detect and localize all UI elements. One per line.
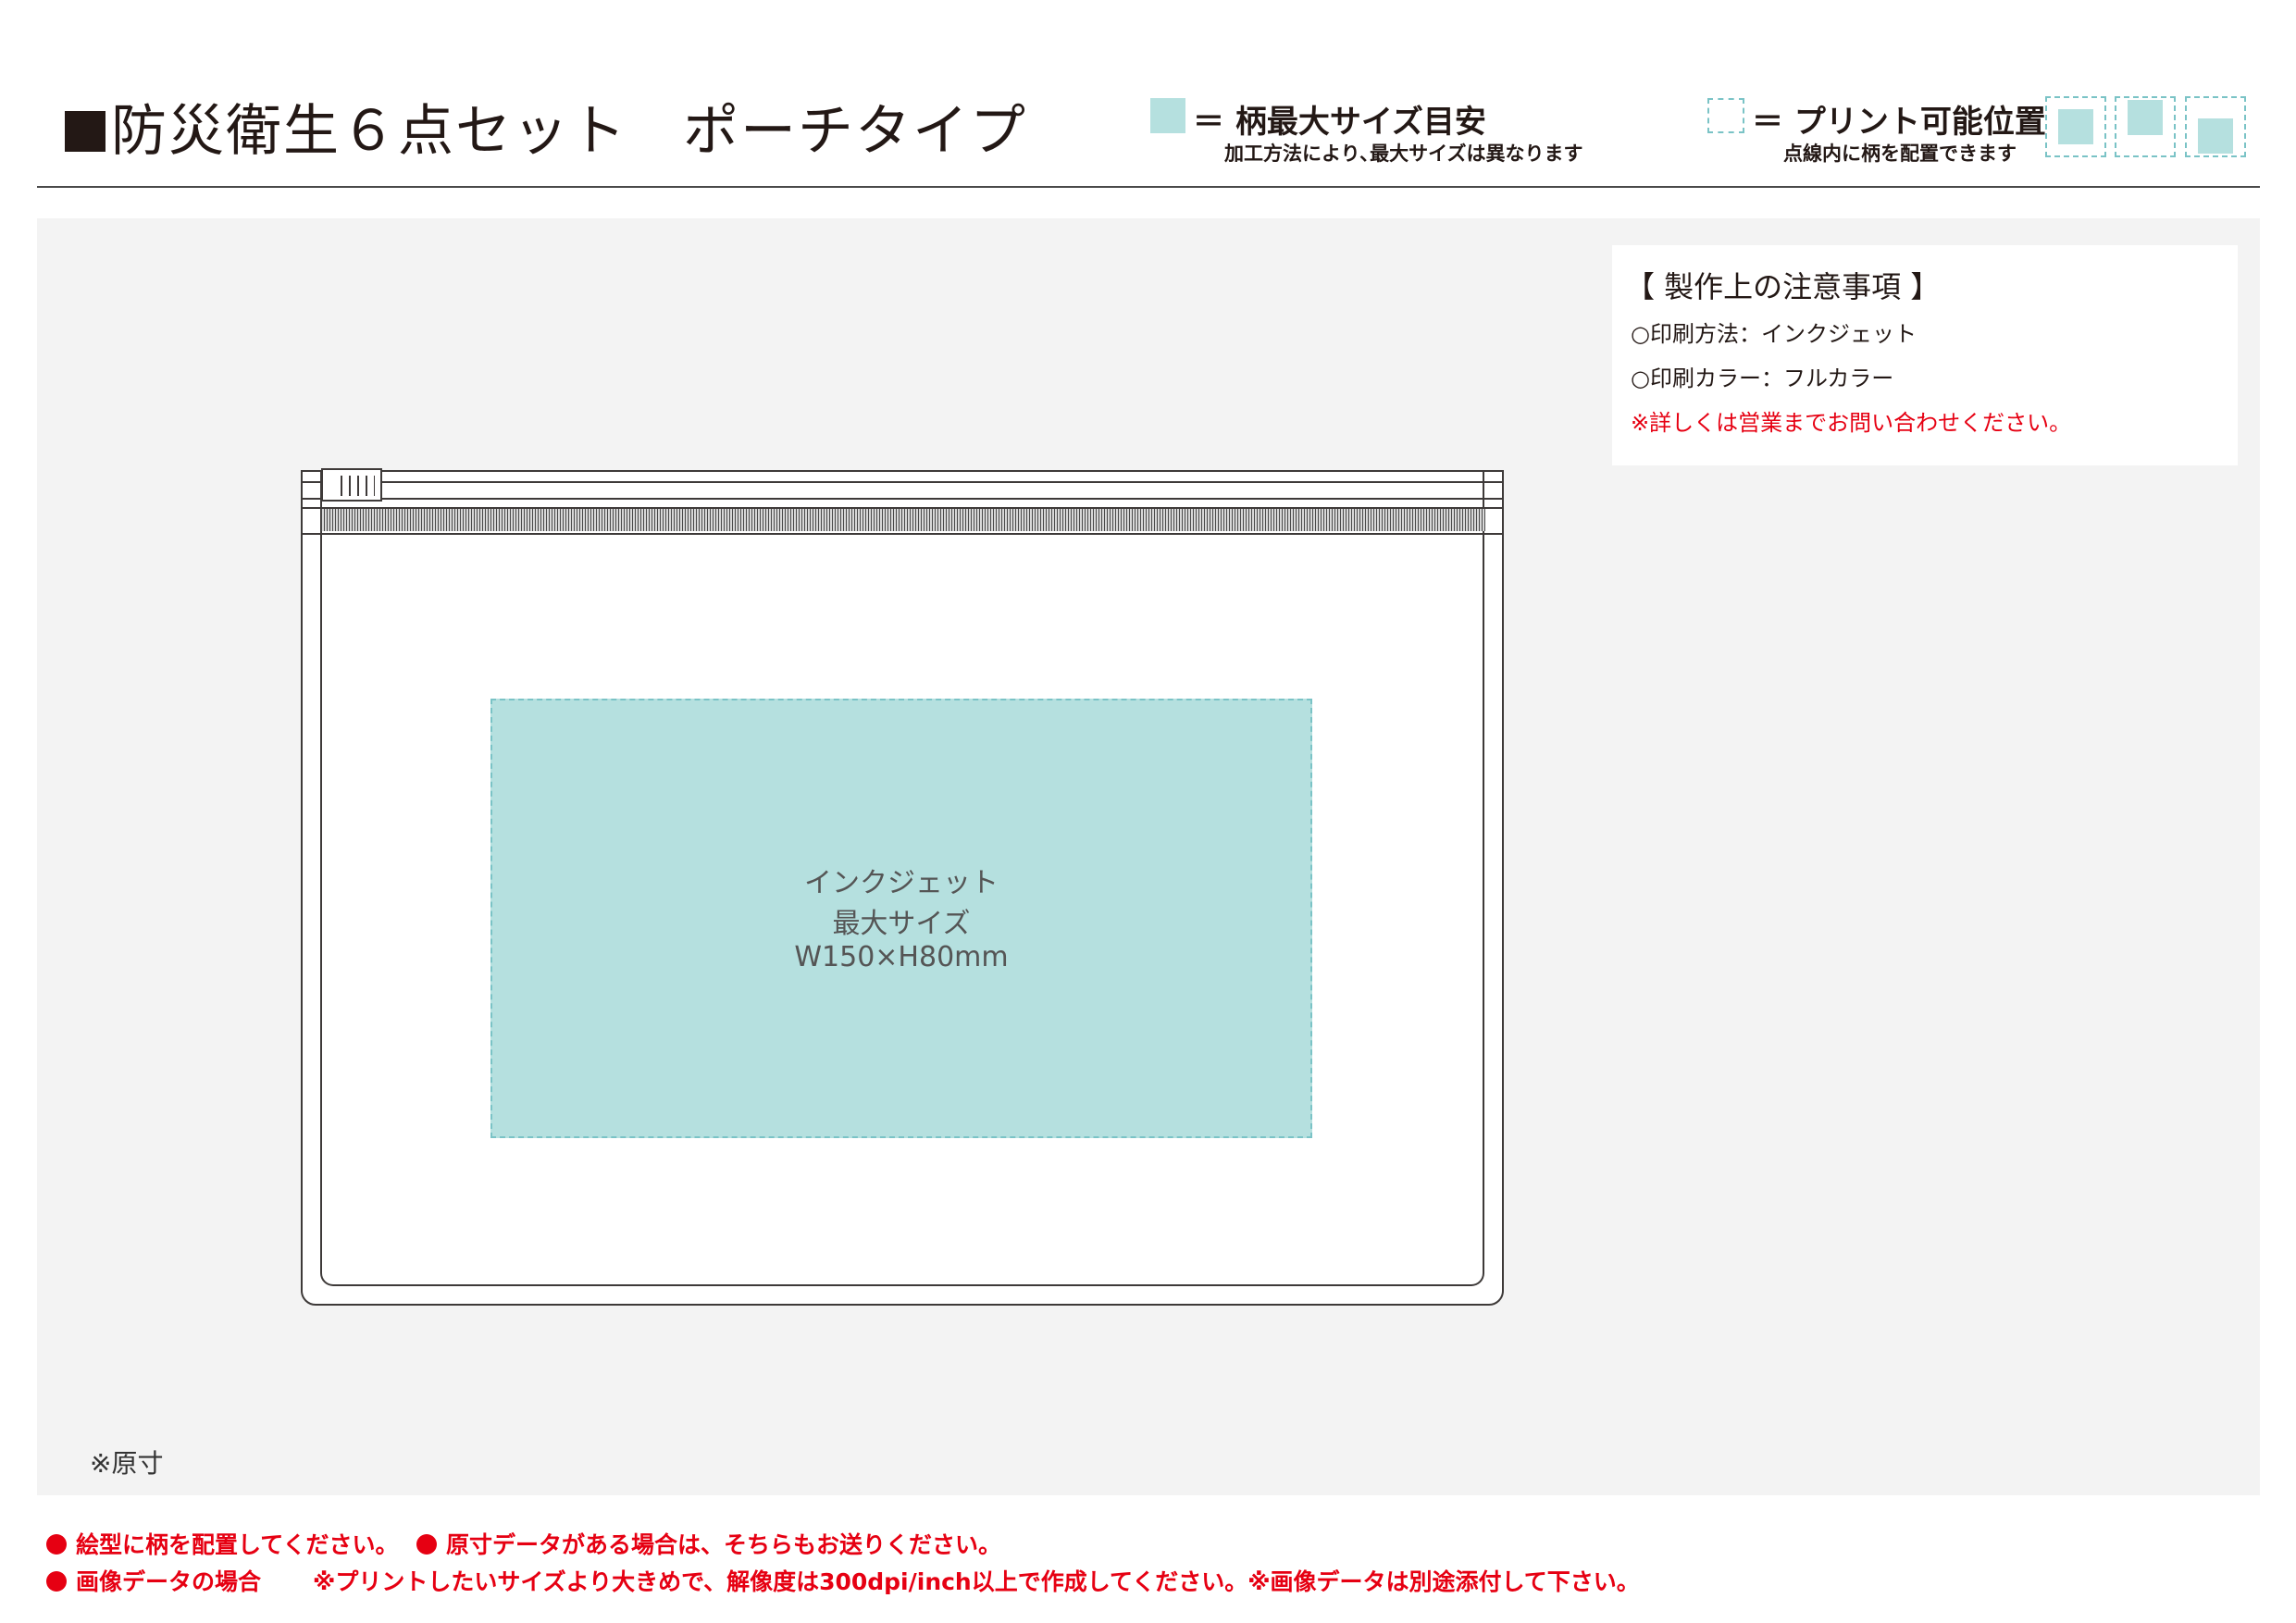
header-divider (37, 186, 2260, 188)
red-dot-icon (46, 1534, 67, 1555)
position-example-bottom-right (2185, 96, 2246, 157)
print-position-swatch (1707, 98, 1744, 133)
production-notes: 【 製作上の注意事項 】 ○印刷方法：インクジェット ○印刷カラー：フルカラー … (1612, 245, 2238, 465)
legend-print-position-note: 点線内に柄を配置できます (1783, 142, 2017, 165)
footer-note-1: 絵型に柄を配置してください。 (46, 1527, 399, 1560)
legend-max-size-label: ＝ 柄最大サイズ目安 (1193, 104, 1486, 141)
title-sub: ポーチタイプ (683, 99, 1027, 164)
footer-note-2-text: 原寸データがある場合は、そちらもお送りください。 (446, 1531, 1002, 1558)
title-main: 防災衛生６点セット (111, 99, 627, 164)
legend-print-position-label: ＝ プリント可能位置 (1752, 104, 2046, 141)
footer-note-1-text: 絵型に柄を配置してください。 (76, 1531, 399, 1558)
notes-heading: 【 製作上の注意事項 】 (1625, 269, 1941, 304)
zipper-track (321, 509, 1485, 531)
notes-print-color: ○印刷カラー：フルカラー (1631, 365, 1894, 391)
legend-max-size-note: 加工方法により､最大サイズは異なります (1224, 142, 1583, 165)
zipper-slider (321, 468, 382, 502)
red-dot-icon (46, 1571, 67, 1592)
notes-print-method: ○印刷方法：インクジェット (1631, 321, 1917, 347)
scale-note: ※原寸 (90, 1448, 164, 1479)
print-area-max-label: 最大サイズ (832, 908, 971, 940)
max-size-swatch (1150, 98, 1185, 133)
print-area-method: インクジェット (804, 867, 999, 899)
footer-note-3-text: ※プリントしたいサイズより大きめで、解像度は300dpi/inch以上で作成して… (313, 1568, 1640, 1595)
footer-note-2: 原寸データがある場合は、そちらもお送りください。 (416, 1527, 1001, 1560)
footer-note-3: 画像データの場合 ※プリントしたいサイズより大きめで、解像度は300dpi/inc… (46, 1564, 1640, 1597)
page-title: 防災衛生６点セット ポーチタイプ (65, 104, 1027, 159)
black-square-icon (65, 111, 105, 152)
position-example-top-right (2115, 96, 2176, 157)
red-dot-icon (416, 1534, 437, 1555)
print-area-dimensions: W150×H80mm (794, 941, 1009, 973)
notes-contact: ※詳しくは営業までお問い合わせください。 (1631, 410, 2072, 436)
footer-note-3-label: 画像データの場合 (76, 1568, 262, 1595)
print-area: インクジェット 最大サイズ W150×H80mm (490, 699, 1312, 1138)
position-example-center (2045, 96, 2106, 157)
